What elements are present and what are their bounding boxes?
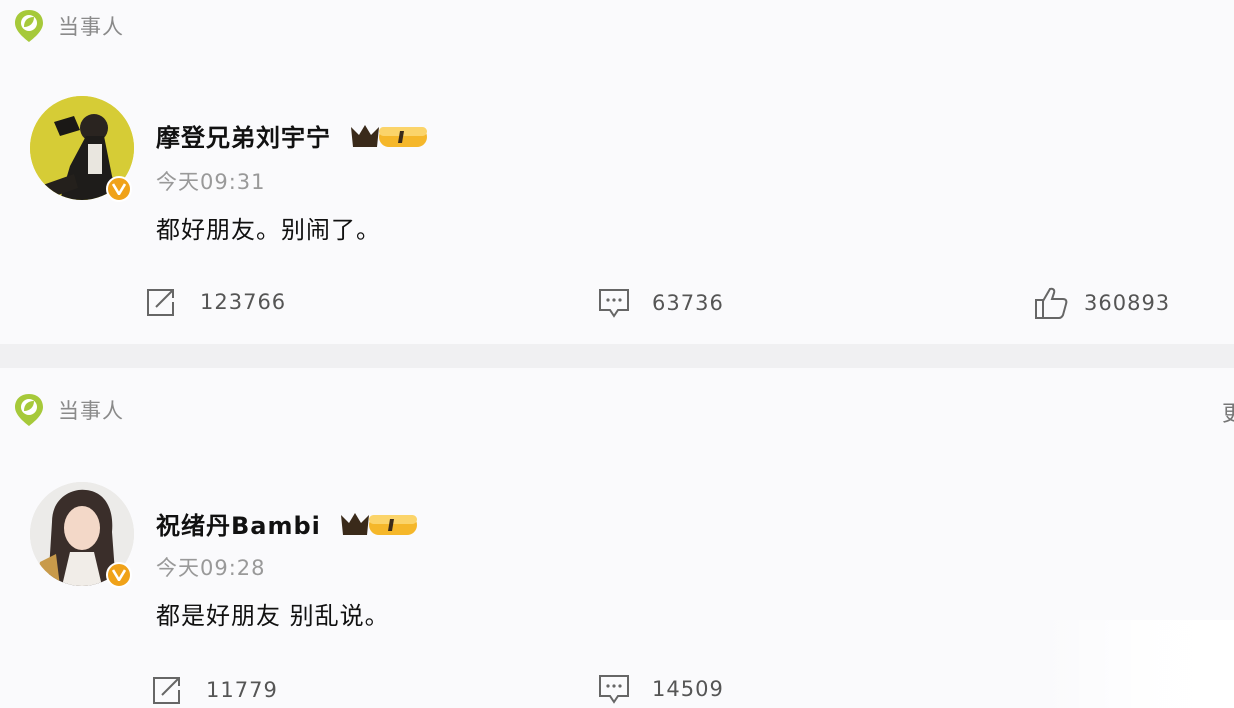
tag-label: 当事人 (58, 15, 124, 39)
tag-label: 当事人 (58, 399, 124, 423)
post-time: 今天09:31 (156, 170, 266, 194)
location-pin-icon (15, 394, 43, 426)
post-text: 都好朋友。别闹了。 (156, 216, 381, 244)
party-tag: 当事人 (12, 392, 124, 428)
card-divider (0, 344, 1234, 368)
author-name[interactable]: 摩登兄弟刘宇宁 (156, 118, 331, 153)
repost-button[interactable]: 11779 (150, 674, 278, 706)
crown-badge-icon (351, 124, 427, 147)
location-pin-icon (15, 10, 43, 42)
post-text: 都是好朋友 别乱说。 (156, 602, 390, 630)
screen-glare (1040, 620, 1234, 708)
comment-button[interactable]: 63736 (598, 288, 724, 318)
post-time: 今天09:28 (156, 556, 266, 580)
party-tag: 当事人 (12, 8, 124, 44)
repost-count: 11779 (206, 678, 278, 702)
comment-button[interactable]: 14509 (598, 674, 724, 704)
more-link-fragment[interactable]: 更 (1222, 396, 1234, 428)
like-button[interactable]: 360893 (1034, 286, 1170, 320)
comment-icon (599, 289, 629, 318)
thumbs-up-icon (1035, 287, 1068, 319)
verified-v-icon (106, 176, 132, 202)
repost-count: 123766 (200, 290, 287, 314)
comment-count: 14509 (652, 677, 724, 701)
like-count: 360893 (1084, 291, 1171, 315)
repost-button[interactable]: 123766 (144, 286, 286, 318)
post-card: 当事人 摩登兄弟刘宇宁 今天09:31 都好朋友。别闹了。 123766 637… (0, 0, 1234, 344)
share-icon (153, 677, 180, 704)
comment-count: 63736 (652, 291, 724, 315)
comment-icon (599, 675, 629, 704)
author-name[interactable]: 祝绪丹Bambi (156, 506, 321, 541)
verified-v-icon (106, 562, 132, 588)
share-icon (147, 289, 174, 316)
crown-badge-icon (340, 512, 417, 535)
